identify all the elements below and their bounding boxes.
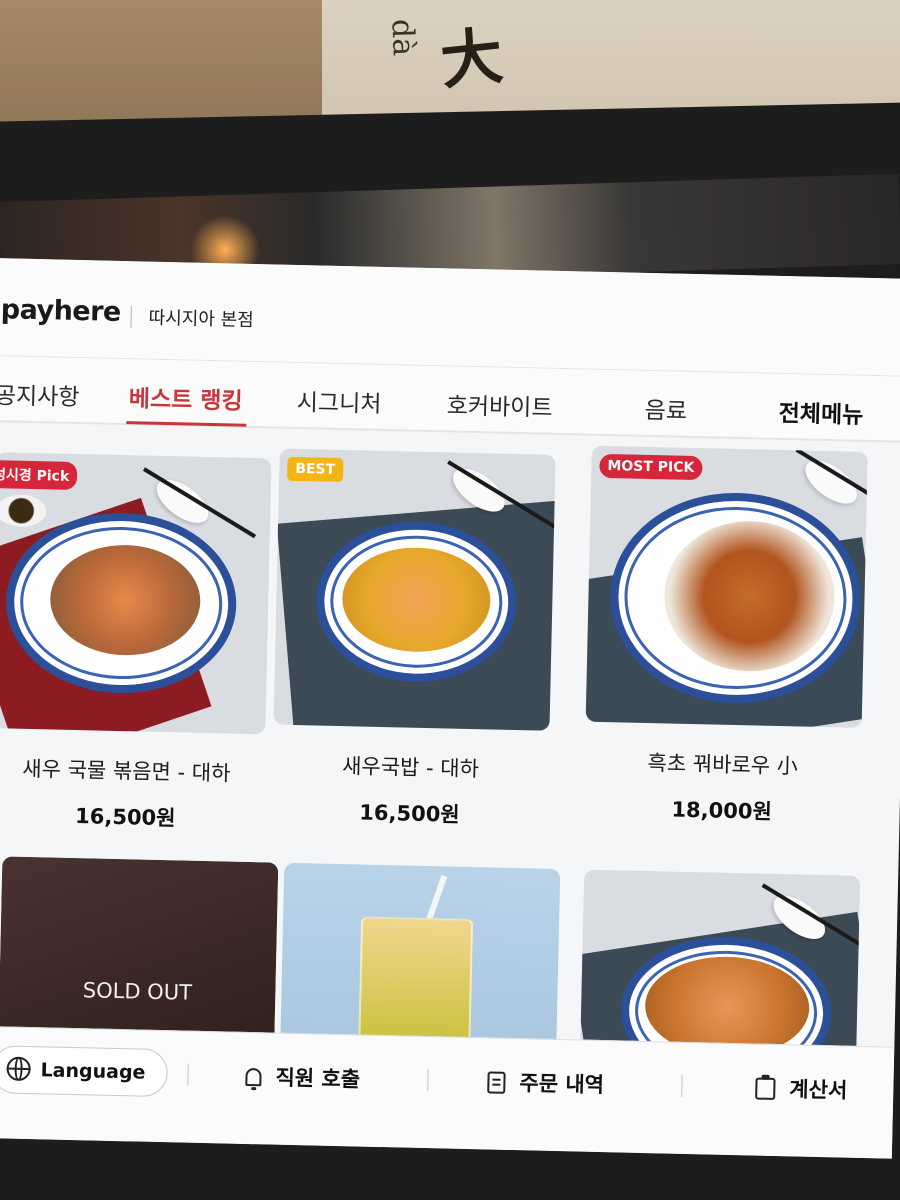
bar-divider xyxy=(427,1069,429,1092)
tab-signature[interactable]: 시그니처 xyxy=(296,383,381,419)
bottom-action-bar: Language 직원 호출 주문 내역 계산서 xyxy=(0,1025,895,1159)
menu-name: 새우 국물 볶음면 - 대하 xyxy=(22,756,231,786)
menu-name: 흑초 꿔바로우 小 xyxy=(647,751,799,779)
best-badge: BEST xyxy=(287,456,344,483)
tab-hawker-bite[interactable]: 호커바이트 xyxy=(446,386,553,422)
drink-glass xyxy=(358,916,474,1050)
most-pick-badge: MOST PICK xyxy=(599,453,703,481)
call-staff-label: 직원 호출 xyxy=(275,1065,361,1092)
tab-notice[interactable]: 공지사항 xyxy=(0,376,80,412)
call-staff-button[interactable]: 직원 호출 xyxy=(245,1061,360,1094)
bar-divider xyxy=(187,1063,189,1086)
menu-card[interactable]: 성시경 Pick 새우 국물 볶음면 - 대하 16,500원 xyxy=(0,452,272,830)
menu-image: 성시경 Pick xyxy=(0,452,272,735)
bill-label: 계산서 xyxy=(789,1077,848,1103)
bar-divider xyxy=(681,1074,683,1097)
order-history-button[interactable]: 주문 내역 xyxy=(487,1066,604,1099)
tab-best-ranking[interactable]: 베스트 랭킹 xyxy=(129,379,244,416)
kiosk-screen: payhere 따시지아 본점 공지사항 베스트 랭킹 시그니처 호커바이트 음… xyxy=(0,258,900,1159)
payhere-logo: payhere xyxy=(0,294,122,328)
language-button[interactable]: Language xyxy=(0,1045,169,1098)
clipboard-icon xyxy=(755,1077,776,1100)
menu-price: 16,500원 xyxy=(359,800,460,827)
menu-image: MOST PICK xyxy=(585,445,868,728)
menu-card[interactable]: MOST PICK 흑초 꿔바로우 小 18,000원 xyxy=(585,445,868,824)
header-divider xyxy=(130,306,132,329)
sign-character: 大 xyxy=(436,18,507,99)
globe-icon xyxy=(6,1056,31,1082)
store-name: 따시지아 본점 xyxy=(148,307,254,331)
order-history-label: 주문 내역 xyxy=(519,1071,605,1098)
language-label: Language xyxy=(40,1059,146,1084)
tab-all-menu[interactable]: 전체메뉴 xyxy=(778,394,863,430)
menu-price: 18,000원 xyxy=(671,797,773,824)
pick-badge: 성시경 Pick xyxy=(0,459,78,490)
active-tab-underline xyxy=(126,421,247,427)
receipt-icon xyxy=(487,1071,506,1094)
bill-button[interactable]: 계산서 xyxy=(755,1073,848,1105)
bell-icon xyxy=(245,1067,262,1087)
sauce-dish xyxy=(0,494,47,528)
menu-name: 새우국밥 - 대하 xyxy=(341,754,480,782)
menu-card[interactable]: BEST 새우국밥 - 대하 16,500원 xyxy=(273,448,556,827)
menu-image: BEST xyxy=(273,448,556,731)
sign-pinyin: dà xyxy=(384,18,421,57)
menu-price: 16,500원 xyxy=(74,804,176,831)
tab-drinks[interactable]: 음료 xyxy=(644,391,687,426)
